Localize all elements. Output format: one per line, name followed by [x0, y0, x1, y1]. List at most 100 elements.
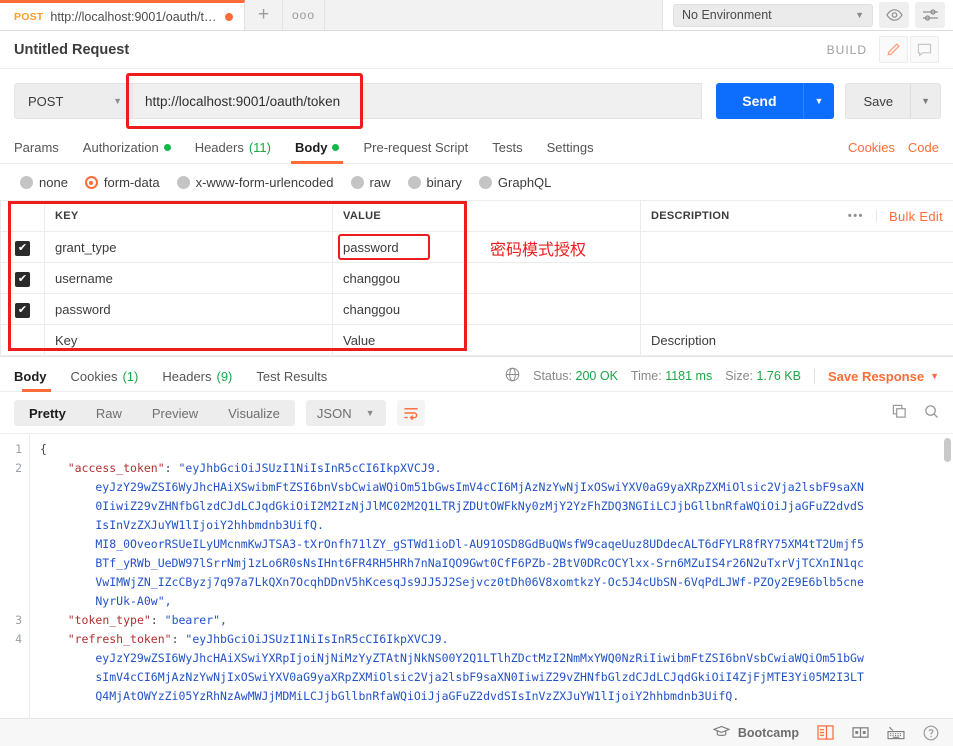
checkbox-checked-icon[interactable]: ✔ — [15, 302, 30, 318]
row-checkbox-cell[interactable]: ✔ — [0, 231, 45, 263]
response-tab-test-results[interactable]: Test Results — [244, 369, 339, 391]
search-icon[interactable] — [924, 404, 939, 422]
request-tab[interactable]: POST http://localhost:9001/oauth/to... — [0, 0, 245, 30]
response-tab-headers[interactable]: Headers (9) — [150, 369, 244, 391]
request-title-row: Untitled Request BUILD — [0, 31, 953, 69]
checkbox-checked-icon[interactable]: ✔ — [15, 240, 30, 256]
body-type-graphql-label: GraphQL — [497, 175, 552, 190]
body-type-graphql[interactable]: GraphQL — [478, 175, 552, 190]
row-checkbox-cell[interactable]: ✔ — [0, 262, 45, 294]
graduation-cap-icon — [712, 725, 731, 741]
send-options-caret-icon[interactable]: ▼ — [802, 83, 835, 119]
new-tab-button[interactable]: + — [245, 0, 283, 30]
row-value-cell[interactable]: changgou — [332, 293, 641, 325]
json-text: { "access_token": "eyJhbGciOiJSUzI1NiIsI… — [40, 442, 864, 703]
request-tab-method: POST — [14, 10, 44, 23]
body-type-form-data[interactable]: form-data — [84, 175, 160, 190]
response-body-code-area[interactable]: 1234 { "access_token": "eyJhbGciOiJSUzI1… — [0, 433, 953, 718]
row-key-cell[interactable]: password — [44, 293, 333, 325]
comment-icon[interactable] — [910, 36, 939, 63]
tab-tests-label: Tests — [492, 140, 523, 155]
code-link[interactable]: Code — [908, 140, 939, 155]
checkbox-checked-icon[interactable]: ✔ — [15, 271, 30, 287]
table-header-checkbox — [0, 200, 45, 232]
body-type-none[interactable]: none — [20, 175, 68, 190]
radio-icon — [20, 176, 33, 189]
row-value-cell[interactable]: changgou — [332, 262, 641, 294]
radio-icon — [350, 176, 364, 189]
view-raw[interactable]: Raw — [81, 400, 137, 426]
tab-settings[interactable]: Settings — [535, 140, 606, 163]
more-tabs-button[interactable]: ooo — [283, 0, 325, 30]
vertical-scrollbar[interactable] — [944, 438, 951, 462]
chevron-down-icon: ▼ — [930, 371, 939, 381]
placeholder-checkbox-cell[interactable] — [0, 324, 45, 356]
body-type-raw-label: raw — [369, 175, 391, 190]
response-json-body[interactable]: { "access_token": "eyJhbGciOiJSUzI1NiIsI… — [30, 434, 953, 718]
green-dot-icon — [332, 144, 340, 151]
row-value-cell[interactable]: password — [332, 231, 641, 263]
row-checkbox-cell[interactable]: ✔ — [0, 293, 45, 325]
table-header-value: VALUE — [332, 200, 641, 232]
response-tab-body[interactable]: Body — [14, 369, 59, 392]
body-type-x-www-form-urlencoded[interactable]: x-www-form-urlencoded — [176, 175, 334, 190]
tab-headers[interactable]: Headers (11) — [183, 140, 283, 163]
environment-zone: No Environment ▼ — [662, 0, 953, 30]
view-visualize[interactable]: Visualize — [213, 400, 295, 426]
tab-headers-count: (11) — [248, 140, 271, 155]
body-type-binary[interactable]: binary — [407, 175, 462, 190]
bootcamp-button[interactable]: Bootcamp — [712, 725, 799, 741]
save-button[interactable]: Save ▼ — [845, 83, 941, 119]
url-input[interactable]: http://localhost:9001/oauth/token — [132, 83, 703, 119]
build-label: BUILD — [826, 42, 867, 57]
save-options-caret-icon[interactable]: ▼ — [910, 84, 940, 118]
response-tab-cookies[interactable]: Cookies (1) — [59, 369, 151, 391]
placeholder-key-cell[interactable]: Key — [44, 324, 333, 356]
row-key-cell[interactable]: username — [44, 262, 333, 294]
split-layout-icon[interactable] — [852, 725, 869, 740]
bootcamp-label: Bootcamp — [737, 725, 799, 740]
save-button-label: Save — [863, 93, 894, 109]
row-description-cell[interactable] — [640, 231, 953, 263]
table-row: ✔ password changgou — [0, 293, 953, 325]
send-button[interactable]: Send ▼ — [716, 83, 835, 119]
response-meta: Status: 200 OK Time: 1181 ms Size: 1.76 … — [505, 367, 939, 391]
body-type-raw[interactable]: raw — [350, 175, 391, 190]
row-key-cell[interactable]: grant_type — [44, 231, 333, 263]
row-description-cell[interactable] — [640, 293, 953, 325]
tab-strip: POST http://localhost:9001/oauth/to... +… — [0, 0, 953, 31]
environment-select[interactable]: No Environment ▼ — [673, 3, 873, 27]
copy-icon[interactable] — [892, 404, 907, 422]
save-response-button[interactable]: Save Response ▼ — [828, 369, 939, 384]
time-value: 1181 ms — [665, 369, 713, 383]
pencil-icon[interactable] — [879, 36, 908, 63]
word-wrap-icon[interactable] — [396, 400, 425, 426]
response-format-select[interactable]: JSON ▼ — [305, 400, 386, 426]
view-preview[interactable]: Preview — [137, 400, 213, 426]
tab-body[interactable]: Body — [283, 140, 352, 164]
tab-tests[interactable]: Tests — [480, 140, 534, 163]
view-pretty[interactable]: Pretty — [14, 400, 81, 426]
response-view-toolbar: Pretty Raw Preview Visualize JSON ▼ — [0, 392, 953, 433]
keyboard-icon[interactable] — [887, 725, 905, 740]
row-description-cell[interactable] — [640, 262, 953, 294]
tab-params[interactable]: Params — [14, 140, 71, 163]
tab-strip-filler — [325, 0, 662, 30]
cookies-link[interactable]: Cookies — [848, 140, 895, 155]
page-title: Untitled Request — [14, 41, 130, 58]
bulk-edit-link[interactable]: Bulk Edit — [877, 209, 943, 224]
radio-selected-icon — [84, 176, 98, 189]
placeholder-description-cell[interactable]: Description — [640, 324, 953, 356]
method-select[interactable]: POST ▼ — [14, 83, 132, 119]
placeholder-value-cell[interactable]: Value — [332, 324, 641, 356]
eye-icon[interactable] — [879, 2, 909, 28]
tab-authorization[interactable]: Authorization — [71, 140, 183, 163]
ellipsis-icon[interactable]: ••• — [848, 210, 877, 222]
sliders-icon[interactable] — [915, 2, 945, 28]
two-pane-layout-icon[interactable] — [817, 725, 834, 740]
response-tab-cookies-count: (1) — [122, 369, 139, 384]
status-label: Status: — [533, 369, 573, 383]
help-circle-icon[interactable] — [923, 725, 939, 741]
tab-pre-request-script[interactable]: Pre-request Script — [351, 140, 480, 163]
save-response-label: Save Response — [827, 368, 925, 384]
